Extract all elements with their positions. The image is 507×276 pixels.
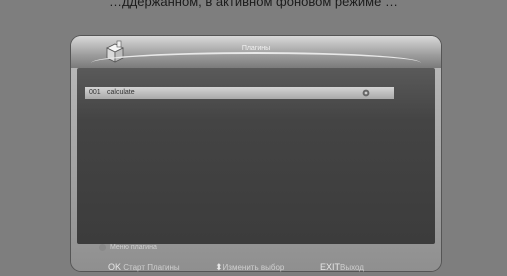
list-item-number: 001 <box>89 89 101 96</box>
up-down-icon: ⬍ <box>215 262 223 272</box>
ok-label: Старт Плагины <box>123 263 180 272</box>
footer-bar: OK Старт Плагины ⬍Изменить выбор EXITВых… <box>100 257 400 273</box>
navigate-label: Изменить выбор <box>222 263 285 272</box>
list-item[interactable]: 001 calculate <box>85 87 394 99</box>
red-button-icon <box>99 244 106 251</box>
plugin-menu-hint: Меню плагина <box>99 244 157 251</box>
window-title: Плагины <box>241 45 271 52</box>
ok-hint[interactable]: OK Старт Плагины <box>108 262 180 272</box>
list-item-name: calculate <box>107 89 135 96</box>
settings-circle-icon <box>362 89 370 97</box>
exit-hint[interactable]: EXITВыход <box>320 262 364 272</box>
title-bar: Плагины <box>71 36 441 68</box>
plugin-list: 001 calculate <box>77 68 435 244</box>
navigate-hint[interactable]: ⬍Изменить выбор <box>215 262 284 273</box>
ok-key: OK <box>108 262 122 272</box>
top-caption: …ддержанном, в активном фоновом режиме … <box>109 0 398 9</box>
exit-key: EXIT <box>320 262 341 272</box>
plugin-menu-label: Меню плагина <box>110 244 157 251</box>
exit-label: Выход <box>340 263 364 272</box>
plugins-window: Плагины 001 calculate Меню плагина <box>71 36 441 271</box>
